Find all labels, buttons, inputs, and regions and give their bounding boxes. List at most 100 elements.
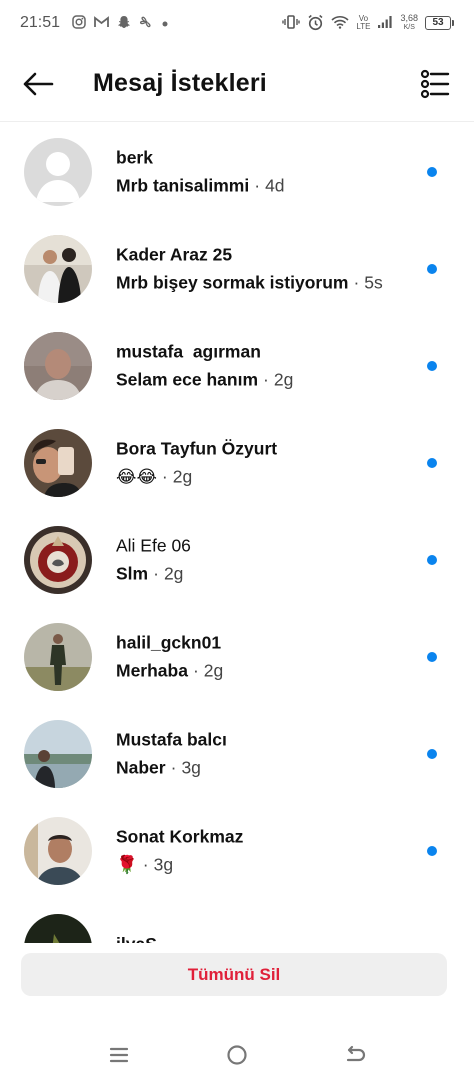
separator: ·	[353, 272, 360, 292]
unread-dot	[427, 263, 437, 274]
message-preview: Selam ece hanım	[116, 369, 259, 389]
separator: ·	[142, 854, 149, 874]
profile-photo	[24, 331, 92, 400]
sender-name: halil_gckn01	[116, 632, 222, 652]
profile-photo	[24, 622, 92, 691]
page-title: Mesaj İstekleri	[93, 69, 267, 97]
profile-photo	[24, 719, 92, 788]
message-preview: Mrb tanisalimmi	[116, 175, 250, 195]
row-preview: 🌹 · 3g	[116, 854, 243, 875]
status-time: 21:51	[20, 14, 61, 31]
battery-level: 53	[425, 16, 451, 30]
separator: ·	[254, 175, 261, 195]
separator: ·	[170, 757, 177, 777]
row-preview: Slm · 2g	[116, 563, 191, 584]
message-preview: 🌹	[116, 854, 138, 874]
separator: ·	[161, 466, 168, 486]
filter-button[interactable]	[418, 67, 452, 101]
row-text: berk Mrb tanisalimmi · 4d	[116, 147, 285, 196]
net-speed-value: 3,68	[400, 13, 418, 23]
request-row[interactable]: mustafa agırman Selam ece hanım · 2g	[0, 317, 474, 414]
sender-name: ilyaS	[116, 934, 157, 944]
header: Mesaj İstekleri	[0, 46, 474, 122]
net-speed-unit: K/S	[403, 24, 415, 31]
system-nav-bar	[0, 1030, 474, 1080]
home-circle-icon	[227, 1045, 247, 1065]
request-row[interactable]: berk Mrb tanisalimmi · 4d	[0, 123, 474, 220]
unread-dot	[427, 360, 437, 371]
default-avatar-icon	[24, 137, 92, 206]
signal-icon	[377, 15, 393, 31]
status-left: 21:51	[20, 14, 169, 32]
row-text: Kader Araz 25 Mrb bişey sormak istiyorum…	[116, 244, 383, 293]
message-time: 2g	[203, 660, 224, 680]
profile-photo	[24, 234, 92, 303]
avatar	[24, 525, 92, 594]
unread-dot	[427, 166, 437, 177]
back-button[interactable]	[18, 64, 58, 104]
delete-all-button[interactable]: Tümünü Sil	[21, 953, 447, 996]
row-text: Sonat Korkmaz 🌹 · 3g	[116, 826, 243, 875]
avatar	[24, 331, 92, 400]
sender-name: Bora Tayfun Özyurt	[116, 438, 278, 458]
back-arrow-icon	[346, 1045, 366, 1062]
recent-apps-button[interactable]	[106, 1042, 132, 1068]
avatar	[24, 719, 92, 788]
message-time: 4d	[265, 175, 285, 195]
unread-dot	[427, 748, 437, 759]
unread-dot	[427, 845, 437, 856]
message-time: 2g	[163, 563, 184, 583]
row-preview: Selam ece hanım · 2g	[116, 369, 293, 390]
instagram-icon	[72, 15, 86, 31]
gmail-icon	[94, 16, 109, 30]
dot-icon	[161, 17, 169, 30]
alarm-icon	[307, 14, 324, 33]
row-text: mustafa agırman Selam ece hanım · 2g	[116, 341, 293, 390]
battery-tip	[452, 20, 454, 26]
unread-dot	[427, 457, 437, 468]
avatar	[24, 234, 92, 303]
separator: ·	[192, 660, 199, 680]
avatar	[24, 816, 92, 885]
sender-name: Mustafa balcı	[116, 729, 227, 749]
wifi-icon	[331, 15, 349, 31]
message-preview: Mrb bişey sormak istiyorum	[116, 272, 349, 292]
row-text: Ali Efe 06 Slm · 2g	[116, 535, 191, 584]
sender-name: Ali Efe 06	[116, 535, 191, 555]
row-text: ilyaS	[116, 934, 157, 944]
unread-dot	[427, 554, 437, 565]
avatar	[24, 913, 92, 943]
menu-icon	[109, 1047, 129, 1063]
message-preview: Slm	[116, 563, 149, 583]
emblem-profile-photo	[24, 525, 92, 594]
profile-photo	[24, 816, 92, 885]
status-bar: 21:51 Vo LTE 3,68 K/S 53	[0, 0, 474, 46]
message-request-list[interactable]: berk Mrb tanisalimmi · 4d Kader Araz 25 Mr…	[0, 123, 474, 943]
request-row[interactable]: Bora Tayfun Özyurt 😂😂 · 2g	[0, 414, 474, 511]
vibrate-icon	[282, 15, 301, 31]
message-time: 5s	[364, 272, 383, 292]
sender-name: mustafa agırman	[116, 341, 261, 361]
request-row[interactable]: Sonat Korkmaz 🌹 · 3g	[0, 802, 474, 899]
row-preview: Mrb tanisalimmi · 4d	[116, 175, 285, 196]
request-row[interactable]: Kader Araz 25 Mrb bişey sormak istiyorum…	[0, 220, 474, 317]
request-row[interactable]: Ali Efe 06 Slm · 2g	[0, 511, 474, 608]
avatar	[24, 137, 92, 206]
sender-name: berk	[116, 147, 153, 167]
message-time: 3g	[181, 757, 201, 777]
row-text: Bora Tayfun Özyurt 😂😂 · 2g	[116, 438, 277, 487]
lte-bottom: LTE	[356, 22, 371, 31]
message-preview: Naber	[116, 757, 166, 777]
list-filter-icon	[420, 69, 450, 98]
request-row[interactable]: Mustafa balcı Naber · 3g	[0, 705, 474, 802]
back-nav-button[interactable]	[342, 1042, 368, 1068]
net-speed: 3,68 K/S	[400, 14, 418, 32]
request-row[interactable]: ilyaS	[0, 899, 474, 943]
home-button[interactable]	[224, 1042, 250, 1068]
sender-name: Sonat Korkmaz	[116, 826, 244, 846]
battery-icon: 53	[425, 16, 454, 30]
sender-name: Kader Araz 25	[116, 244, 233, 264]
request-row[interactable]: halil_gckn01 Merhaba · 2g	[0, 608, 474, 705]
row-preview: Naber · 3g	[116, 757, 227, 778]
profile-photo	[24, 428, 92, 497]
